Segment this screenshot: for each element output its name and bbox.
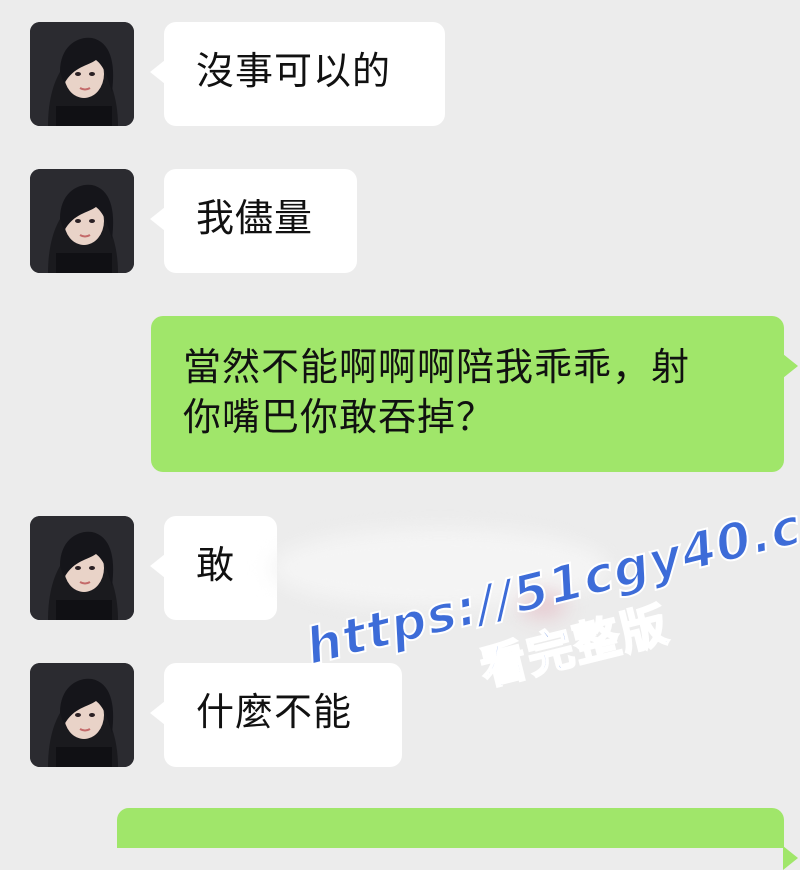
- message-text: 什麼不能: [196, 690, 353, 734]
- message-text: 我儘量: [196, 196, 314, 240]
- message-text: 沒事可以的: [196, 49, 392, 93]
- incoming-message-bubble[interactable]: 什麼不能: [150, 663, 402, 767]
- contact-avatar[interactable]: [30, 22, 134, 126]
- blurred-spot: [520, 592, 566, 618]
- outgoing-message-bubble-partial[interactable]: [117, 808, 798, 870]
- outgoing-message-bubble[interactable]: 當然不能啊啊啊陪我乖乖，射 你嘴巴你敢吞掉？: [151, 316, 798, 472]
- contact-avatar[interactable]: [30, 169, 134, 273]
- contact-avatar[interactable]: [30, 663, 134, 767]
- message-text-line-2: 你嘴巴你敢吞掉？: [183, 395, 496, 439]
- message-text-line-1: 當然不能啊啊啊陪我乖乖，射: [183, 345, 691, 389]
- incoming-message-bubble[interactable]: 敢: [150, 516, 277, 620]
- avatar-photo-icon: [30, 663, 134, 767]
- avatar-photo-icon: [30, 169, 134, 273]
- avatar-photo-icon: [30, 22, 134, 126]
- contact-avatar[interactable]: [30, 516, 134, 620]
- incoming-message-bubble[interactable]: 沒事可以的: [150, 22, 445, 126]
- avatar-photo-icon: [30, 516, 134, 620]
- incoming-message-bubble[interactable]: 我儘量: [150, 169, 357, 273]
- message-text: 敢: [196, 543, 236, 587]
- chat-conversation: 沒事可以的 我儘量 當然不能啊啊啊陪我乖乖，射 你嘴巴你敢吞掉？ 敢 什麼不能: [0, 0, 800, 870]
